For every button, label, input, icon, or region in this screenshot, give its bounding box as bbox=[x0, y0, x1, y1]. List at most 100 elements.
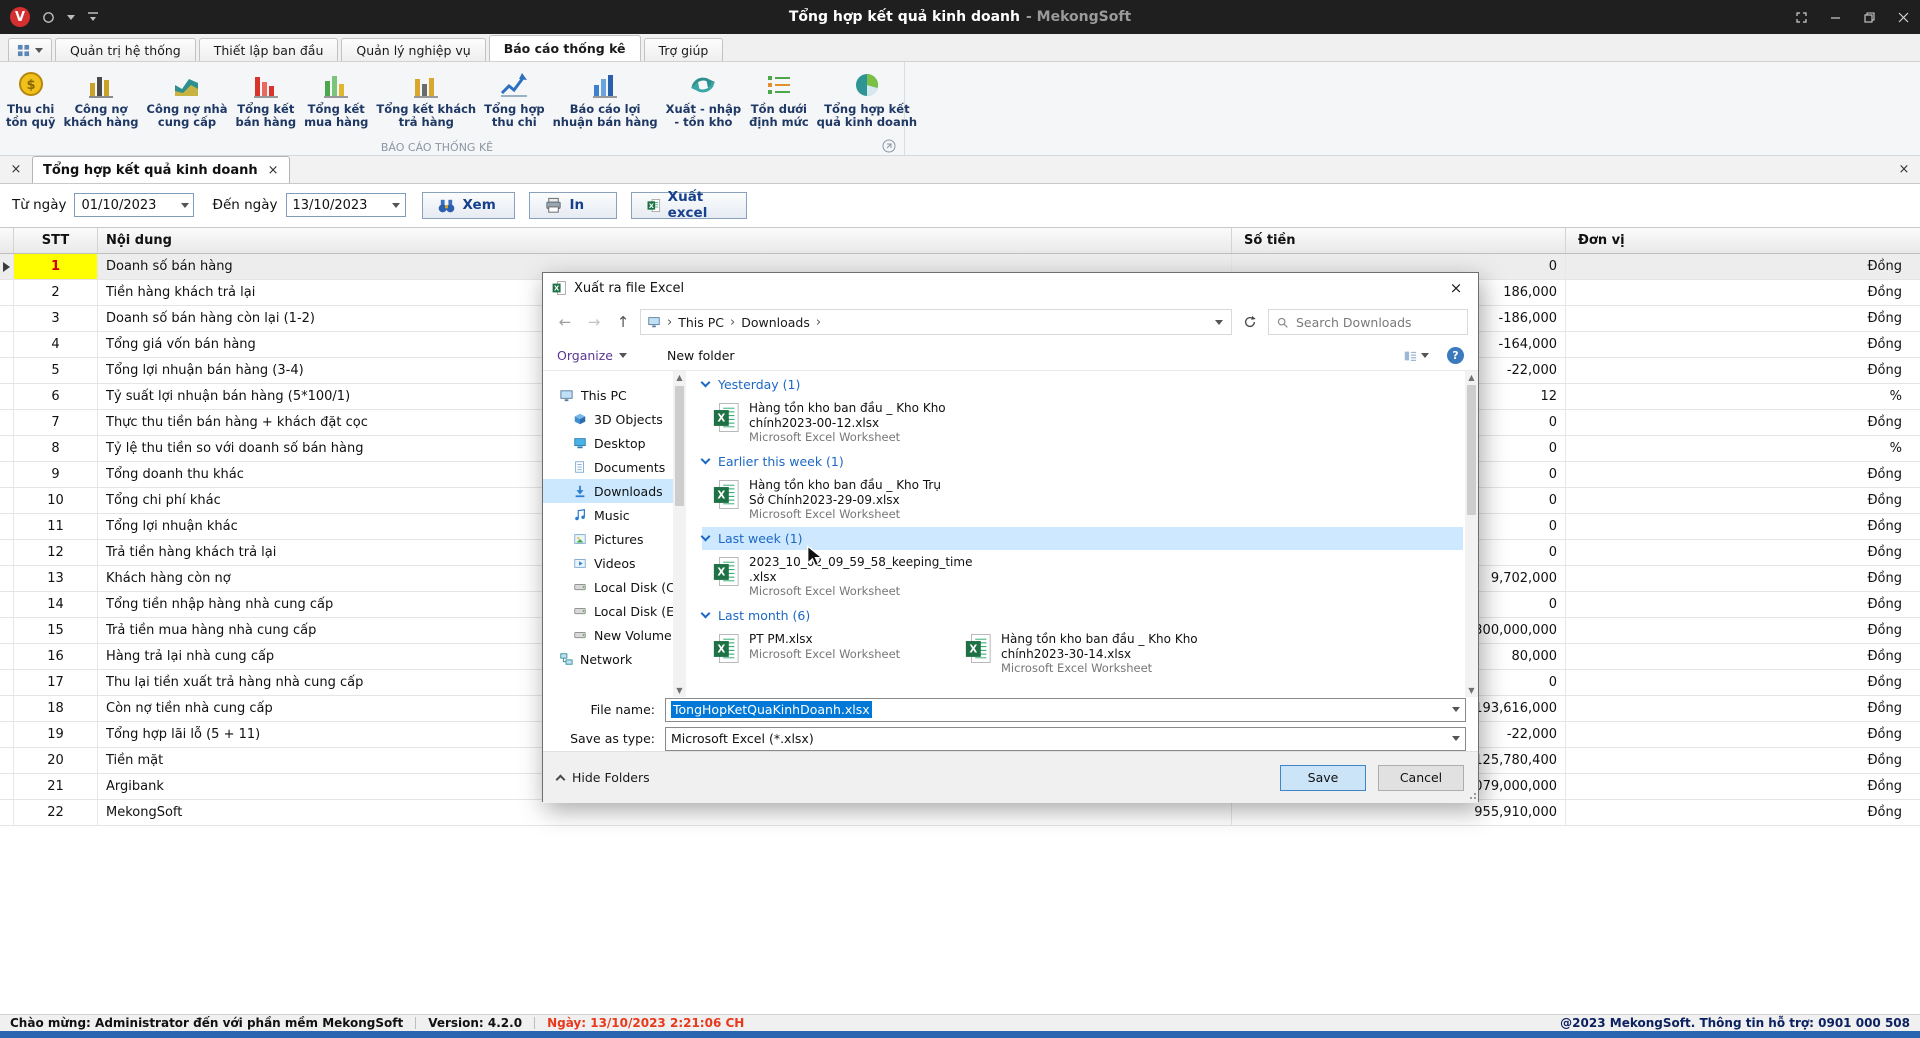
export-excel-button[interactable]: X Xuất excel bbox=[631, 192, 747, 219]
scroll-down-icon[interactable]: ▼ bbox=[1468, 686, 1474, 695]
menu-mini-tab[interactable] bbox=[8, 38, 52, 61]
sidebar-item-local-disk-e[interactable]: Local Disk (E:) bbox=[543, 599, 673, 623]
cancel-button[interactable]: Cancel bbox=[1378, 765, 1464, 791]
sidebar-item-pictures[interactable]: Pictures bbox=[543, 527, 673, 551]
document-tab-active[interactable]: Tổng hợp kết quả kinh doanh × bbox=[32, 156, 290, 183]
breadcrumb-downloads[interactable]: Downloads bbox=[741, 315, 810, 330]
scrollbar-thumb[interactable] bbox=[1467, 385, 1476, 515]
tab-quan-ly-nghiep-vu[interactable]: Quản lý nghiệp vụ bbox=[341, 38, 485, 61]
sidebar-item-new-volume-g[interactable]: New Volume (G:) bbox=[543, 623, 673, 647]
header-content[interactable]: Nội dung bbox=[98, 228, 1232, 253]
record-circle-icon[interactable] bbox=[42, 11, 55, 24]
up-icon[interactable]: ↑ bbox=[611, 310, 635, 334]
file-group-header-last-month[interactable]: Last month (6) bbox=[702, 604, 1463, 627]
file-item[interactable]: X 2023_10_02_09_59_58_keeping_time .xlsx… bbox=[702, 550, 954, 604]
minimize-button[interactable] bbox=[1818, 0, 1852, 34]
save-button[interactable]: Save bbox=[1280, 765, 1366, 791]
organize-button[interactable]: Organize bbox=[557, 348, 627, 363]
chevron-down-icon[interactable] bbox=[1447, 699, 1465, 721]
tab-tro-giup[interactable]: Trợ giúp bbox=[644, 38, 724, 61]
ribbon-button-bao-cao-loi-nhuan-ban-hang[interactable]: Báo cáo lợinhuận bán hàng bbox=[549, 65, 662, 139]
dialog-title-bar[interactable]: X Xuất ra file Excel × bbox=[543, 273, 1478, 303]
view-button[interactable]: Xem bbox=[422, 192, 515, 219]
search-input[interactable]: Search Downloads bbox=[1268, 309, 1468, 335]
fullscreen-button[interactable] bbox=[1784, 0, 1818, 34]
sidebar-item-3d-objects[interactable]: 3D Objects bbox=[543, 407, 673, 431]
file-list-scrollbar[interactable]: ▲ ▼ bbox=[1465, 371, 1478, 697]
resize-grip[interactable] bbox=[1470, 793, 1476, 799]
ribbon-button-tong-ket-ban-hang[interactable]: Tổng kếtbán hàng bbox=[232, 65, 301, 139]
breadcrumb-dropdown-icon[interactable] bbox=[1215, 320, 1225, 325]
sidebar-item-network[interactable]: Network bbox=[543, 647, 673, 671]
dialog-close-button[interactable]: × bbox=[1434, 273, 1478, 303]
sidebar-item-this-pc[interactable]: This PC bbox=[543, 383, 673, 407]
group-dialog-launcher-icon[interactable] bbox=[882, 139, 896, 153]
file-item[interactable]: X Hàng tồn kho ban đầu _ Kho Kho chính20… bbox=[702, 396, 954, 450]
file-group-header-yesterday[interactable]: Yesterday (1) bbox=[702, 373, 1463, 396]
chevron-down-icon[interactable] bbox=[176, 194, 193, 216]
hide-folders-button[interactable]: Hide Folders bbox=[557, 770, 650, 785]
sync-arrows-icon bbox=[687, 69, 719, 101]
file-item[interactable]: X PT PM.xlsxMicrosoft Excel Worksheet bbox=[702, 627, 954, 681]
refresh-icon[interactable] bbox=[1237, 309, 1263, 335]
scroll-up-icon[interactable]: ▲ bbox=[1468, 373, 1474, 382]
view-mode-button[interactable] bbox=[1403, 349, 1429, 363]
back-icon[interactable]: ← bbox=[553, 310, 577, 334]
header-unit[interactable]: Đơn vị bbox=[1566, 228, 1920, 253]
ribbon-button-cong-no-nha-cung-cap[interactable]: Công nợ nhàcung cấp bbox=[143, 65, 232, 139]
from-date-label: Từ ngày bbox=[12, 197, 66, 213]
breadcrumb-this-pc[interactable]: This PC bbox=[678, 315, 724, 330]
file-name-input[interactable]: TongHopKetQuaKinhDoanh.xlsx bbox=[665, 698, 1466, 722]
quick-access-caret-icon[interactable] bbox=[67, 15, 75, 20]
new-folder-button[interactable]: New folder bbox=[667, 348, 735, 363]
help-icon[interactable]: ? bbox=[1447, 347, 1464, 364]
to-date-input[interactable]: 13/10/2023 bbox=[286, 193, 406, 217]
view-mode-icon bbox=[1403, 349, 1417, 363]
breadcrumb[interactable]: › This PC › Downloads › bbox=[640, 309, 1232, 335]
chevron-down-icon[interactable] bbox=[388, 194, 405, 216]
line-chart-icon bbox=[498, 69, 530, 101]
sidebar-scrollbar[interactable]: ▲ ▼ bbox=[673, 371, 686, 697]
sidebar-item-desktop[interactable]: Desktop bbox=[543, 431, 673, 455]
save-as-type-select[interactable]: Microsoft Excel (*.xlsx) bbox=[665, 727, 1466, 751]
close-tab-icon[interactable]: × bbox=[268, 163, 279, 178]
table-row[interactable]: 22 MekongSoft 955,910,000 Đồng bbox=[0, 800, 1920, 826]
sidebar-item-music[interactable]: Music bbox=[543, 503, 673, 527]
tab-quan-tri-he-thong[interactable]: Quản trị hệ thống bbox=[55, 38, 196, 61]
ribbon-button-tong-hop-thu-chi[interactable]: Tổng hợpthu chi bbox=[480, 65, 549, 139]
ribbon-button-thu-chi-ton-quy[interactable]: $ Thu chitồn quỹ bbox=[2, 65, 60, 139]
file-row: X PT PM.xlsxMicrosoft Excel Worksheet X … bbox=[702, 627, 1465, 681]
close-all-tabs-icon[interactable]: × bbox=[0, 155, 32, 183]
sidebar-item-local-disk-c[interactable]: Local Disk (C:) bbox=[543, 575, 673, 599]
restore-button[interactable] bbox=[1852, 0, 1886, 34]
file-item[interactable]: X Hàng tồn kho ban đầu _ Kho Kho chính20… bbox=[954, 627, 1206, 681]
tab-bao-cao-thong-ke[interactable]: Báo cáo thống kê bbox=[489, 35, 641, 61]
sidebar-item-documents[interactable]: Documents bbox=[543, 455, 673, 479]
file-item[interactable]: X Hàng tồn kho ban đầu _ Kho Trụ Sở Chín… bbox=[702, 473, 954, 527]
print-button[interactable]: In bbox=[529, 192, 617, 219]
downloads-icon bbox=[573, 484, 587, 498]
ribbon-button-tong-ket-khach-tra-hang[interactable]: Tổng kết kháchtrả hàng bbox=[372, 65, 480, 139]
close-tabbar-icon[interactable]: × bbox=[1888, 155, 1920, 183]
close-button[interactable] bbox=[1886, 0, 1920, 34]
tab-thiet-lap-ban-dau[interactable]: Thiết lập ban đầu bbox=[199, 38, 339, 61]
ribbon-button-ton-duoi-dinh-muc[interactable]: Tồn dướiđịnh mức bbox=[745, 65, 813, 139]
toolbar-customize-icon[interactable] bbox=[87, 11, 99, 23]
forward-icon[interactable]: → bbox=[582, 310, 606, 334]
scrollbar-thumb[interactable] bbox=[675, 386, 684, 506]
ribbon-button-xuat-nhap-ton-kho[interactable]: Xuất - nhập- tồn kho bbox=[662, 65, 745, 139]
chevron-down-icon[interactable] bbox=[1447, 728, 1465, 750]
scroll-down-icon[interactable]: ▼ bbox=[676, 686, 682, 695]
pictures-icon bbox=[573, 532, 587, 546]
ribbon-button-tong-hop-ket-qua-kinh-doanh[interactable]: Tổng hợp kếtquả kinh doanh bbox=[813, 65, 921, 139]
sidebar-item-videos[interactable]: Videos bbox=[543, 551, 673, 575]
scroll-up-icon[interactable]: ▲ bbox=[676, 373, 682, 382]
tab-label: Báo cáo thống kê bbox=[504, 41, 626, 56]
header-amount[interactable]: Số tiền bbox=[1232, 228, 1566, 253]
from-date-input[interactable]: 01/10/2023 bbox=[74, 193, 194, 217]
ribbon-button-cong-no-khach-hang[interactable]: Công nợkhách hàng bbox=[60, 65, 143, 139]
file-group-header-earlier-this-week[interactable]: Earlier this week (1) bbox=[702, 450, 1463, 473]
sidebar-item-downloads[interactable]: Downloads bbox=[543, 479, 673, 503]
ribbon-button-tong-ket-mua-hang[interactable]: Tổng kếtmua hàng bbox=[300, 65, 372, 139]
window-title-text: Tổng hợp kết quả kinh doanh bbox=[789, 9, 1020, 25]
